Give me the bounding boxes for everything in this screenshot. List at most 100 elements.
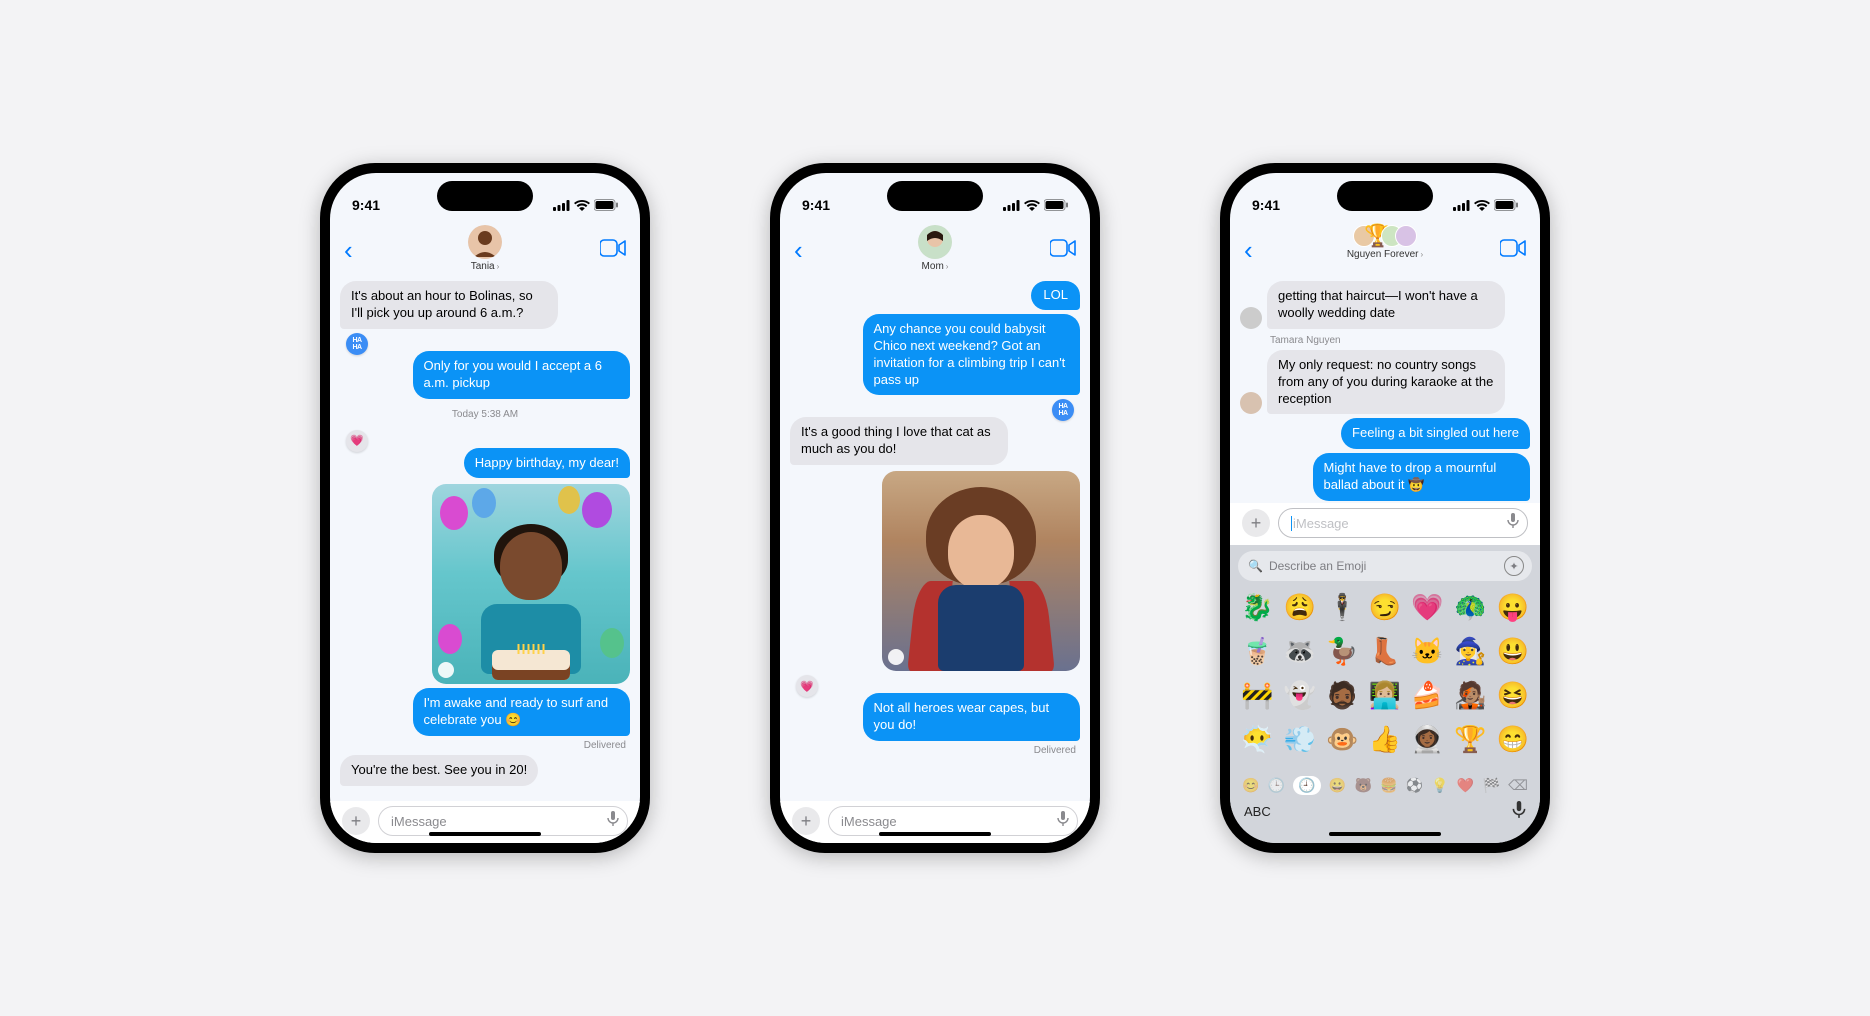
back-button[interactable]: ‹ <box>794 235 803 266</box>
apps-button[interactable]: + <box>342 807 370 835</box>
emoji-tab[interactable]: 😀 <box>1329 777 1346 794</box>
battery-icon <box>1494 199 1518 211</box>
message-out[interactable]: Might have to drop a mournful ballad abo… <box>1313 453 1531 501</box>
emoji-cell[interactable]: 🐉 <box>1238 587 1277 627</box>
contact-name[interactable]: Tania› <box>471 261 500 272</box>
emoji-cell[interactable]: 😛 <box>1493 587 1532 627</box>
emoji-cell[interactable]: 🦚 <box>1451 587 1490 627</box>
emoji-cell[interactable]: 💗 <box>1408 587 1447 627</box>
emoji-cell[interactable]: 🚧 <box>1238 675 1277 715</box>
message-in[interactable]: It's about an hour to Bolinas, so I'll p… <box>340 281 558 329</box>
generated-image-birthday[interactable] <box>432 484 630 684</box>
emoji-tab[interactable]: ⚽ <box>1406 777 1423 794</box>
emoji-cell[interactable]: 👻 <box>1281 675 1320 715</box>
dictate-icon[interactable] <box>1057 811 1069 831</box>
message-in[interactable]: It's a good thing I love that cat as muc… <box>790 417 1008 465</box>
emoji-cell[interactable]: 🧋 <box>1238 631 1277 671</box>
emoji-cell[interactable]: 🐱 <box>1408 631 1447 671</box>
emoji-cell[interactable]: 🐵 <box>1323 719 1362 759</box>
home-indicator[interactable] <box>429 832 541 836</box>
emoji-cell[interactable]: 🧔🏾 <box>1323 675 1362 715</box>
abc-button[interactable]: ABC <box>1244 804 1271 819</box>
placeholder: iMessage <box>841 814 897 829</box>
emoji-cell[interactable]: 😆 <box>1493 675 1532 715</box>
emoji-search[interactable]: 🔍 Describe an Emoji ✦ <box>1238 551 1532 581</box>
contact-avatar[interactable] <box>468 225 502 259</box>
chevron-right-icon: › <box>1421 250 1424 259</box>
emoji-cell[interactable]: 🕴️ <box>1323 587 1362 627</box>
emoji-tab[interactable]: ❤️ <box>1457 777 1474 794</box>
message-out[interactable]: Happy birthday, my dear! <box>464 448 630 479</box>
group-avatar[interactable]: 🏆 <box>1357 225 1413 247</box>
apps-button[interactable]: + <box>792 807 820 835</box>
phone-tania: 9:41 ‹ Tania› It's about an hour to Boli… <box>320 163 650 853</box>
emoji-cell[interactable]: 😏 <box>1366 587 1405 627</box>
emoji-cell[interactable]: 🦝 <box>1281 631 1320 671</box>
emoji-cell[interactable]: 🍰 <box>1408 675 1447 715</box>
emoji-tab[interactable]: 🏁 <box>1482 777 1499 794</box>
emoji-tab[interactable]: 🐻 <box>1354 777 1371 794</box>
facetime-button[interactable] <box>1050 239 1076 262</box>
sender-avatar[interactable] <box>1240 307 1262 329</box>
emoji-cell[interactable]: 🧙‍♀️ <box>1451 631 1490 671</box>
message-in[interactable]: You're the best. See you in 20! <box>340 755 538 786</box>
contact-name[interactable]: Mom› <box>922 261 949 272</box>
emoji-cell[interactable]: 👍 <box>1366 719 1405 759</box>
message-in[interactable]: getting that haircut—I won't have a wool… <box>1267 281 1505 329</box>
generated-image-hero[interactable] <box>882 471 1080 671</box>
emoji-cell[interactable]: 🦆 <box>1323 631 1362 671</box>
emoji-cell[interactable]: 👢 <box>1366 631 1405 671</box>
back-button[interactable]: ‹ <box>1244 235 1253 266</box>
compose-bar: + iMessage <box>780 801 1090 843</box>
genmoji-button[interactable]: ✦ <box>1504 556 1524 576</box>
message-out[interactable]: LOL <box>1031 281 1080 310</box>
backspace-button[interactable]: ⌫ <box>1508 777 1528 794</box>
emoji-cell[interactable]: 🏆 <box>1451 719 1490 759</box>
tapback-haha[interactable]: HAHA <box>1052 399 1074 421</box>
home-indicator[interactable] <box>1329 832 1441 836</box>
cellular-icon <box>1003 200 1020 211</box>
message-out[interactable]: Not all heroes wear capes, but you do! <box>863 693 1081 741</box>
contact-name[interactable]: Nguyen Forever› <box>1347 249 1423 260</box>
message-list[interactable]: getting that haircut—I won't have a wool… <box>1230 277 1540 503</box>
facetime-button[interactable] <box>1500 239 1526 262</box>
emoji-cell[interactable]: 👩🏾‍🚀 <box>1408 719 1447 759</box>
dictate-icon[interactable] <box>1512 801 1526 822</box>
sender-avatar[interactable] <box>1240 392 1262 414</box>
home-indicator[interactable] <box>879 832 991 836</box>
tapback-heart[interactable]: 💗 <box>796 675 818 697</box>
search-icon: 🔍 <box>1248 559 1263 573</box>
emoji-cell[interactable]: 😃 <box>1493 631 1532 671</box>
tapback-heart[interactable]: 💗 <box>346 430 368 452</box>
emoji-tab[interactable]: 💡 <box>1431 777 1448 794</box>
tapback-haha[interactable]: HAHA <box>346 333 368 355</box>
emoji-cell[interactable]: 😁 <box>1493 719 1532 759</box>
emoji-tab[interactable]: 🕘 <box>1293 776 1320 795</box>
emoji-cell[interactable]: 💨 <box>1281 719 1320 759</box>
message-out[interactable]: Any chance you could babysit Chico next … <box>863 314 1081 396</box>
emoji-tab[interactable]: 😊 <box>1242 777 1259 794</box>
emoji-cell[interactable]: 😶‍🌫️ <box>1238 719 1277 759</box>
conversation-header: ‹ Tania› <box>330 223 640 277</box>
contact-avatar[interactable] <box>918 225 952 259</box>
message-in[interactable]: My only request: no country songs from a… <box>1267 350 1505 415</box>
message-list[interactable]: LOL Any chance you could babysit Chico n… <box>780 277 1090 801</box>
time-divider: Today 5:38 AM <box>340 409 630 420</box>
dictate-icon[interactable] <box>1507 513 1519 533</box>
emoji-grid: 🐉😩🕴️😏💗🦚😛 🧋🦝🦆👢🐱🧙‍♀️😃 🚧👻🧔🏾👩🏼‍💻🍰🧑🏽‍🎤😆 😶‍🌫️💨🐵👍👩… <box>1238 587 1532 771</box>
emoji-tab[interactable]: 🕒 <box>1268 777 1285 794</box>
apps-button[interactable]: + <box>1242 509 1270 537</box>
message-out[interactable]: Feeling a bit singled out here <box>1341 418 1530 449</box>
emoji-cell[interactable]: 👩🏼‍💻 <box>1366 675 1405 715</box>
cellular-icon <box>1453 200 1470 211</box>
back-button[interactable]: ‹ <box>344 235 353 266</box>
emoji-tab[interactable]: 🍔 <box>1380 777 1397 794</box>
dictate-icon[interactable] <box>607 811 619 831</box>
message-out[interactable]: Only for you would I accept a 6 a.m. pic… <box>413 351 631 399</box>
emoji-cell[interactable]: 🧑🏽‍🎤 <box>1451 675 1490 715</box>
message-list[interactable]: It's about an hour to Bolinas, so I'll p… <box>330 277 640 801</box>
facetime-button[interactable] <box>600 239 626 262</box>
message-input[interactable]: iMessage <box>1278 508 1528 538</box>
message-out[interactable]: I'm awake and ready to surf and celebrat… <box>413 688 631 736</box>
emoji-cell[interactable]: 😩 <box>1281 587 1320 627</box>
